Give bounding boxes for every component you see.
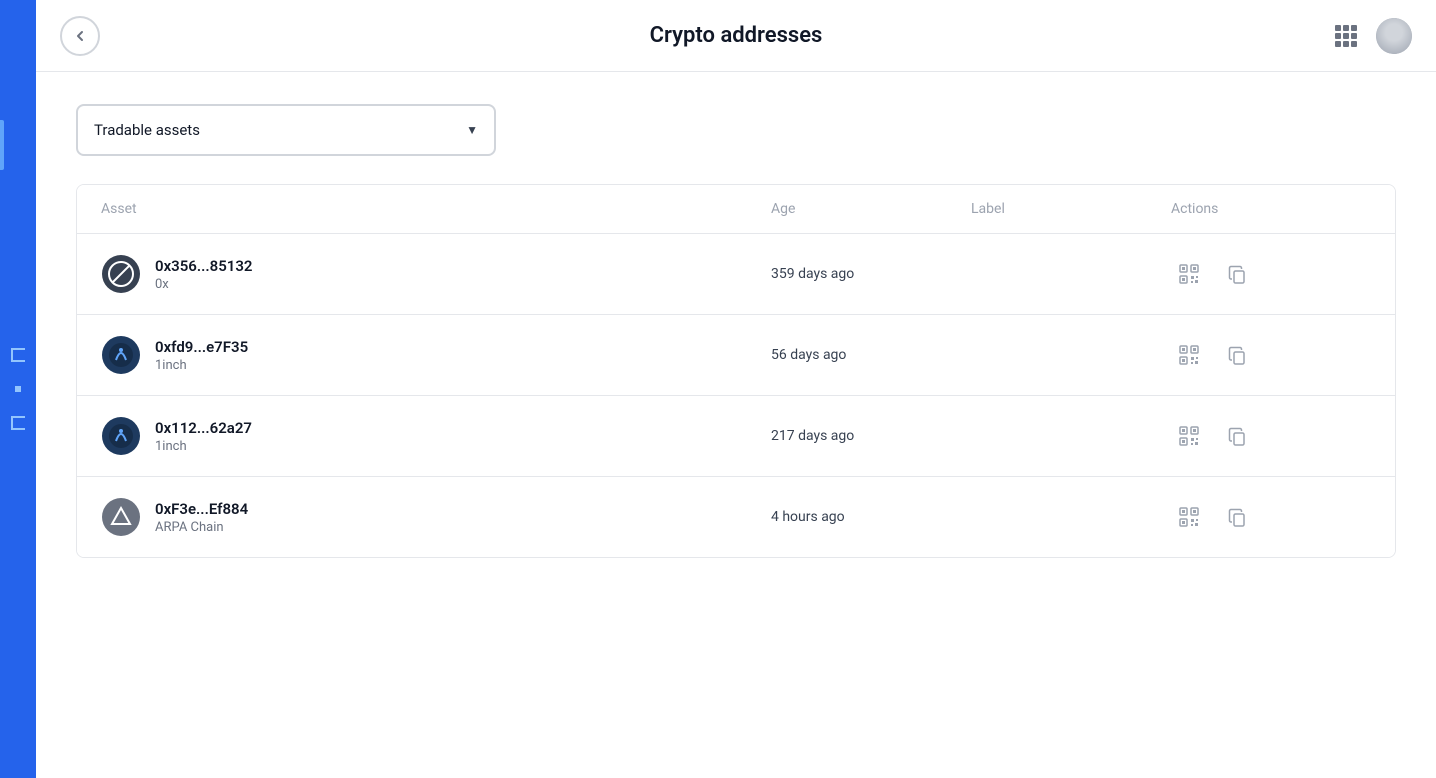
grid-menu-button[interactable] [1328,18,1364,54]
sidebar-bracket-icon [11,348,25,362]
copy-icon [1227,345,1247,365]
grid-dot [1343,41,1349,47]
column-age: Age [771,201,971,217]
qr-icon [1178,263,1200,285]
dropdown-label: Tradable assets [94,121,200,139]
qr-code-button[interactable] [1171,418,1207,454]
chevron-down-icon: ▼ [466,123,478,137]
table-header: Asset Age Label Actions [77,185,1395,234]
1inch-icon [102,336,140,374]
qr-icon [1178,344,1200,366]
actions-cell [1171,256,1371,292]
grid-dot [1343,33,1349,39]
table-row: 0xF3e...Ef884 ARPA Chain 4 hours ago [77,477,1395,557]
age-cell: 4 hours ago [771,509,971,525]
qr-code-button[interactable] [1171,256,1207,292]
qr-code-button[interactable] [1171,337,1207,373]
address-text: 0x356...85132 [155,257,253,275]
asset-cell: 0xF3e...Ef884 ARPA Chain [101,497,771,537]
grid-dot [1351,41,1357,47]
asset-info: 0x112...62a27 1inch [155,419,252,454]
grid-dot [1335,25,1341,31]
column-asset: Asset [101,201,771,217]
table-row: 0x356...85132 0x 359 days ago [77,234,1395,315]
avatar-image [1376,18,1412,54]
asset-icon-1inch-2 [101,416,141,456]
asset-info: 0x356...85132 0x [155,257,253,292]
copy-address-button[interactable] [1219,499,1255,535]
asset-cell: 0x112...62a27 1inch [101,416,771,456]
1inch-icon-2 [102,417,140,455]
asset-cell: 0x356...85132 0x [101,254,771,294]
grid-dot [1343,25,1349,31]
header-left [60,16,100,56]
table-row: 0xfd9...e7F35 1inch 56 days ago [77,315,1395,396]
asset-icon-0x [101,254,141,294]
asset-type-label: 1inch [155,358,248,373]
copy-address-button[interactable] [1219,418,1255,454]
sidebar-nav [11,348,25,430]
asset-info: 0xfd9...e7F35 1inch [155,338,248,373]
copy-icon [1227,264,1247,284]
sidebar-dot-icon [15,386,21,392]
age-cell: 56 days ago [771,347,971,363]
grid-dot [1351,33,1357,39]
sidebar-bracket2-icon [11,416,25,430]
grid-dot [1335,41,1341,47]
header-right [1328,18,1412,54]
asset-type-label: 0x [155,277,253,292]
table-row: 0x112...62a27 1inch 217 days ago [77,396,1395,477]
qr-icon [1178,506,1200,528]
actions-cell [1171,337,1371,373]
grid-dot [1351,25,1357,31]
arpa-icon [102,498,140,536]
asset-type-label: ARPA Chain [155,520,248,535]
grid-icon [1335,25,1357,47]
header: Crypto addresses [36,0,1436,72]
address-text: 0x112...62a27 [155,419,252,437]
copy-address-button[interactable] [1219,256,1255,292]
actions-cell [1171,499,1371,535]
copy-icon [1227,507,1247,527]
sidebar-indicator [0,120,4,170]
asset-type-label: 1inch [155,439,252,454]
0x-icon [102,255,140,293]
column-label: Label [971,201,1171,217]
copy-address-button[interactable] [1219,337,1255,373]
crypto-addresses-table: Asset Age Label Actions 0x356...85132 0x [76,184,1396,558]
address-text: 0xF3e...Ef884 [155,500,248,518]
actions-cell [1171,418,1371,454]
sidebar [0,0,36,778]
asset-icon-1inch [101,335,141,375]
tradable-assets-dropdown[interactable]: Tradable assets ▼ [76,104,496,156]
age-cell: 217 days ago [771,428,971,444]
qr-icon [1178,425,1200,447]
copy-icon [1227,426,1247,446]
address-text: 0xfd9...e7F35 [155,338,248,356]
asset-icon-arpa [101,497,141,537]
page-title: Crypto addresses [650,23,823,48]
filter-section: Tradable assets ▼ [76,104,1396,156]
age-cell: 359 days ago [771,266,971,282]
main-content: Tradable assets ▼ Asset Age Label Action… [36,72,1436,778]
grid-dot [1335,33,1341,39]
column-actions: Actions [1171,201,1371,217]
asset-cell: 0xfd9...e7F35 1inch [101,335,771,375]
qr-code-button[interactable] [1171,499,1207,535]
avatar[interactable] [1376,18,1412,54]
back-button[interactable] [60,16,100,56]
asset-info: 0xF3e...Ef884 ARPA Chain [155,500,248,535]
